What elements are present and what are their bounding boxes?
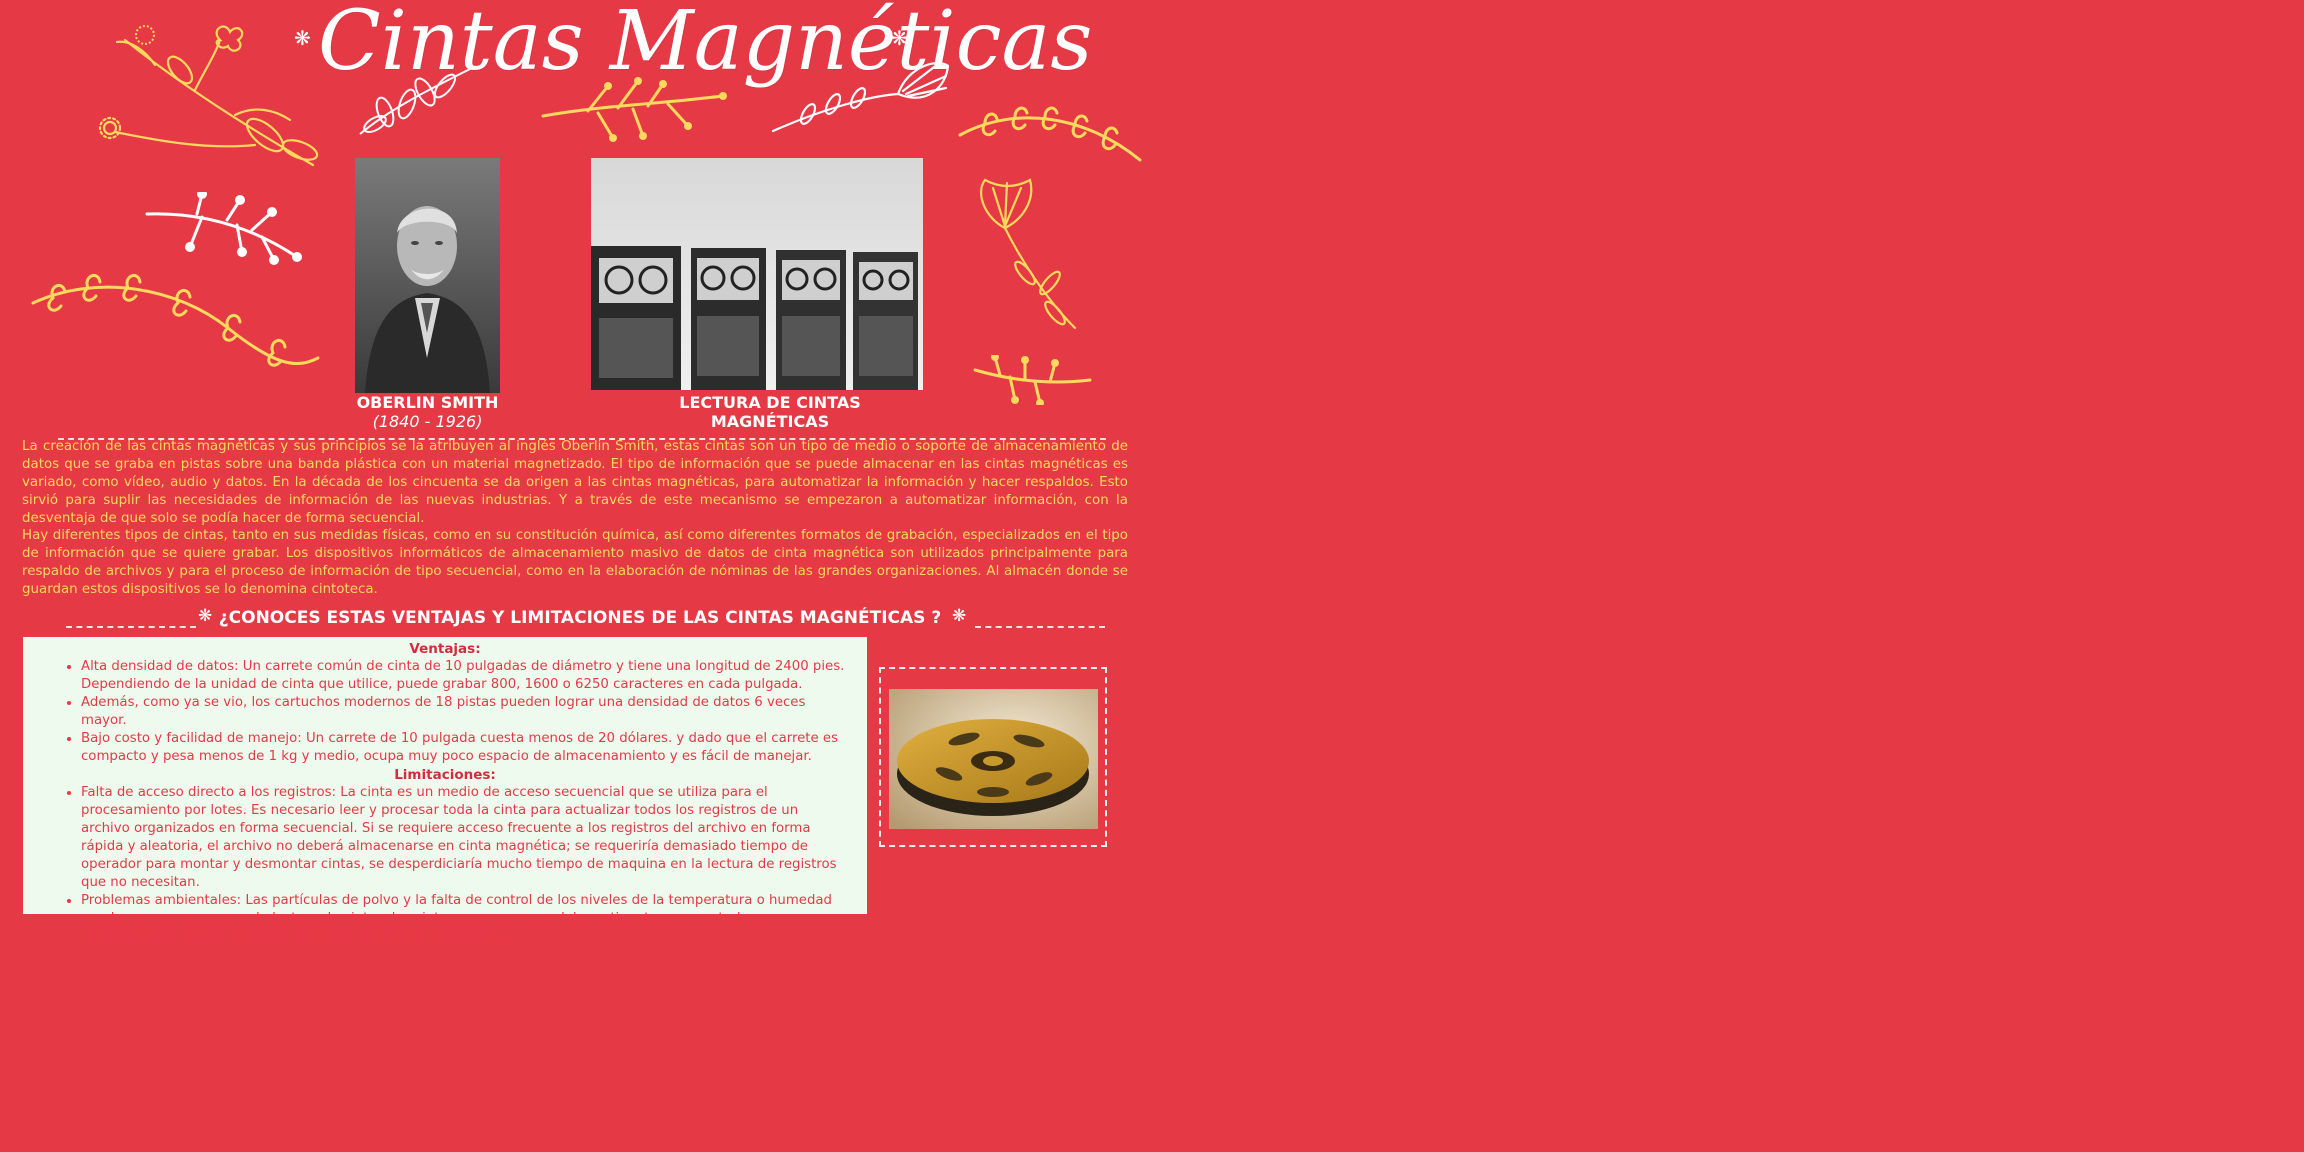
advantages-heading: Ventajas: [409, 641, 481, 657]
tape-reel-photo [889, 689, 1098, 829]
limitations-heading: Limitaciones: [394, 767, 496, 783]
portrait-caption: OBERLIN SMITH (1840 - 1926) [340, 393, 515, 431]
yellow-fern-icon [958, 106, 1142, 162]
oberlin-smith-photo [355, 158, 500, 393]
advantage-item: Además, como ya se vio, los cartuchos mo… [81, 694, 851, 730]
heading-star-right: ❋ [952, 606, 967, 626]
section-heading: ¿CONOCES ESTAS VENTAJAS Y LIMITACIONES D… [218, 608, 942, 628]
tape-machines-photo [591, 158, 923, 390]
title-star-left: ❋ [294, 26, 311, 50]
advantage-item: Bajo costo y facilidad de manejo: Un car… [81, 730, 851, 766]
machines-caption-line1: LECTURA DE CINTAS [679, 393, 861, 412]
divider-heading-right [975, 626, 1105, 628]
yellow-vine-icon [31, 273, 320, 367]
yellow-flower-stem-icon [980, 178, 1077, 330]
machines-caption: LECTURA DE CINTAS MAGNÉTICAS [640, 393, 900, 431]
white-twig-icon [145, 192, 302, 265]
limitation-item: Problemas ambientales: Las partículas de… [81, 892, 851, 946]
flower-branch-icon [98, 25, 319, 167]
portrait-caption-name: OBERLIN SMITH [356, 393, 499, 412]
limitation-item: Falta de acceso directo a los registros:… [81, 784, 851, 892]
advantage-item: Alta densidad de datos: Un carrete común… [81, 658, 851, 694]
machines-caption-line2: MAGNÉTICAS [710, 412, 830, 431]
advantages-limitations-box: Ventajas: Alta densidad de datos: Un car… [23, 637, 867, 944]
divider-heading-left [66, 626, 196, 628]
limitations-list: Falta de acceso directo a los registros:… [39, 784, 851, 946]
yellow-sprig-small-icon [973, 355, 1092, 405]
intro-paragraph-2: Hay diferentes tipos de cintas, tanto en… [22, 528, 1128, 597]
advantages-list: Alta densidad de datos: Un carrete común… [39, 658, 851, 766]
intro-paragraph-1: La creación de las cintas magnéticas y s… [22, 439, 1128, 526]
page-title: Cintas Magnéticas [318, 0, 1093, 89]
title-star-right: ❋ [891, 26, 908, 50]
portrait-caption-years: (1840 - 1926) [372, 412, 483, 431]
